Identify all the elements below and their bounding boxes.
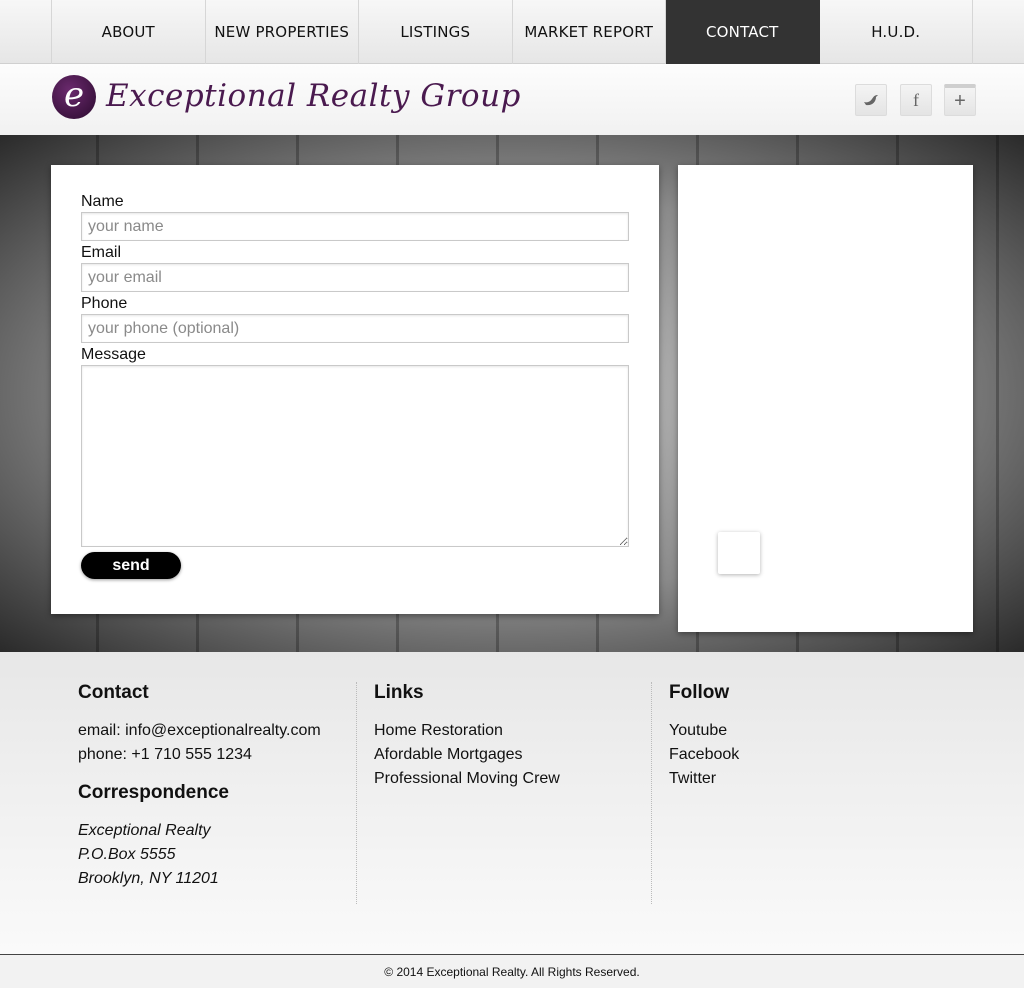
footer-follow-column: Follow Youtube Facebook Twitter (651, 682, 931, 904)
nav-item-market-report[interactable]: MARKET REPORT (513, 0, 666, 64)
nav-item-new-properties[interactable]: NEW PROPERTIES (206, 0, 359, 64)
content-area: Name Email Phone Message send (0, 135, 1024, 652)
facebook-icon[interactable]: f (900, 84, 932, 116)
logo-glyph: e (63, 75, 85, 115)
address-line: P.O.Box 5555 (78, 846, 176, 863)
site-header: e Exceptional Realty Group f + (0, 64, 1024, 135)
footer-links-column: Links Home Restoration Afordable Mortgag… (356, 682, 636, 904)
twitter-icon[interactable] (855, 84, 887, 116)
phone-input[interactable] (81, 314, 629, 343)
link-moving-crew[interactable]: Professional Moving Crew (374, 767, 636, 791)
top-navigation: ABOUT NEW PROPERTIES LISTINGS MARKET REP… (0, 0, 1024, 64)
message-label: Message (81, 346, 146, 363)
copyright-bar: © 2014 Exceptional Realty. All Rights Re… (0, 954, 1024, 988)
copyright-text: © 2014 Exceptional Realty. All Rights Re… (384, 964, 640, 979)
logo-icon[interactable]: e (52, 75, 96, 119)
phone-label: Phone (81, 295, 128, 312)
nav-menu: ABOUT NEW PROPERTIES LISTINGS MARKET REP… (51, 0, 973, 64)
name-label: Name (81, 193, 124, 210)
site-footer: Contact email: info@exceptionalrealty.co… (0, 652, 1024, 954)
links-heading: Links (374, 682, 424, 703)
name-input[interactable] (81, 212, 629, 241)
address-line: Exceptional Realty (78, 822, 211, 839)
twitter-bird-icon (864, 95, 878, 106)
contact-form: Name Email Phone Message send (51, 165, 659, 614)
nav-item-contact[interactable]: CONTACT (666, 0, 820, 64)
nav-item-hud[interactable]: H.U.D. (820, 0, 973, 64)
email-label: Email (81, 244, 122, 261)
map-control-button[interactable] (718, 532, 760, 574)
google-plus-icon[interactable]: + (944, 84, 976, 116)
contact-phone: phone: +1 710 555 1234 (78, 746, 252, 763)
correspondence-heading: Correspondence (78, 782, 229, 803)
footer-contact-column: Contact email: info@exceptionalrealty.co… (78, 682, 358, 904)
follow-heading: Follow (669, 682, 730, 703)
link-twitter[interactable]: Twitter (669, 767, 931, 791)
link-home-restoration[interactable]: Home Restoration (374, 719, 636, 743)
link-affordable-mortgages[interactable]: Afordable Mortgages (374, 743, 636, 767)
message-textarea[interactable] (81, 365, 629, 547)
brand-name[interactable]: Exceptional Realty Group (106, 78, 521, 114)
contact-heading: Contact (78, 682, 149, 703)
link-youtube[interactable]: Youtube (669, 719, 931, 743)
send-button[interactable]: send (81, 552, 181, 579)
contact-email: email: info@exceptionalrealty.com (78, 722, 321, 739)
map-panel[interactable] (678, 165, 973, 632)
email-input[interactable] (81, 263, 629, 292)
correspondence-address: Exceptional Realty P.O.Box 5555 Brooklyn… (78, 819, 358, 891)
nav-item-about[interactable]: ABOUT (52, 0, 206, 64)
link-facebook[interactable]: Facebook (669, 743, 931, 767)
address-line: Brooklyn, NY 11201 (78, 870, 219, 887)
nav-item-listings[interactable]: LISTINGS (359, 0, 513, 64)
